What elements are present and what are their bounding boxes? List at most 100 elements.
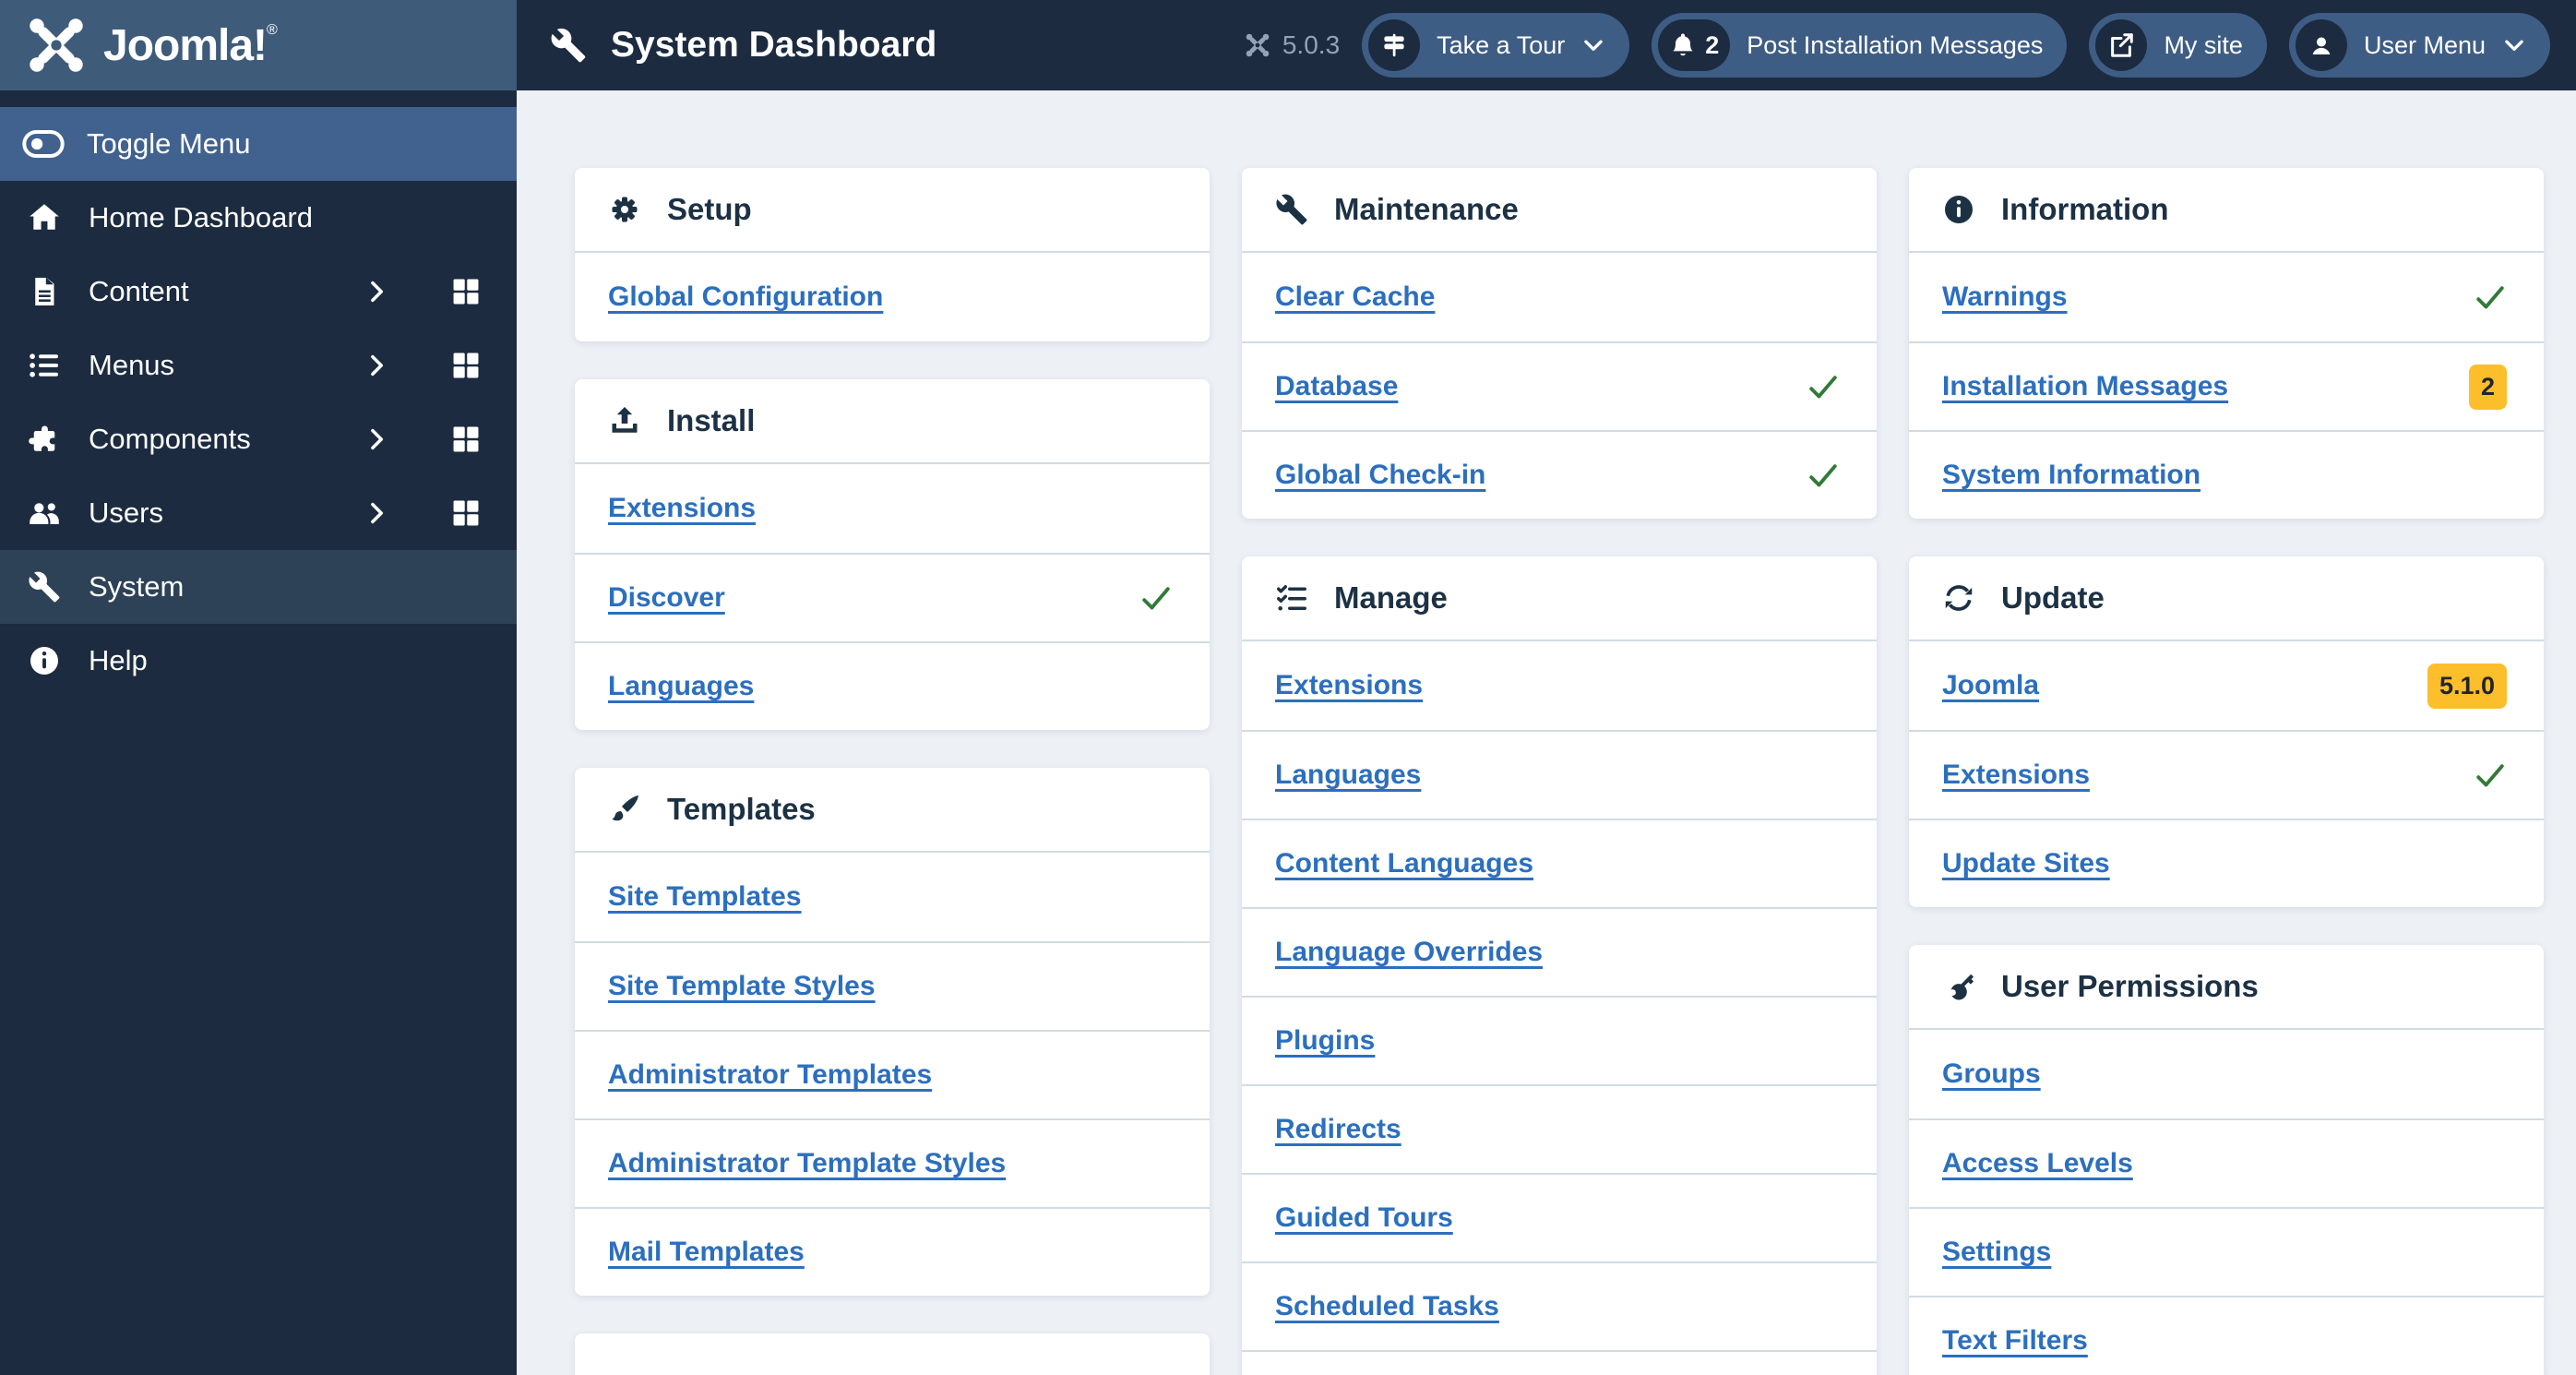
link-installation-messages[interactable]: Installation Messages [1942,371,2228,402]
user-menu-button[interactable]: User Menu [2288,13,2550,78]
sidebar-item-label: Users [89,496,163,529]
link-languages[interactable]: Languages [1275,759,1421,791]
dashboard-grid-icon[interactable] [450,424,482,455]
refresh-icon [1942,581,1975,615]
link-groups[interactable]: Groups [1942,1058,2041,1090]
joomla-icon [1244,31,1271,59]
dashboard-grid-icon[interactable] [450,497,482,529]
dashboard-row: Update Sites [1909,819,2544,907]
dashboard-column-3: Information Warnings Installation Messages… [1909,168,2544,1375]
chevron-right-icon [364,426,389,452]
link-site-templates[interactable]: Site Templates [608,881,802,913]
dashboard-row: Database [1242,341,1877,430]
sidebar-item-components[interactable]: Components [0,402,517,476]
link-extensions[interactable]: Extensions [1275,670,1423,701]
take-a-tour-button[interactable]: Take a Tour [1362,13,1630,78]
dashboard-row: Access Levels [1909,1118,2544,1207]
link-text-filters[interactable]: Text Filters [1942,1325,2088,1357]
page-title: System Dashboard [550,25,936,66]
toggle-icon [22,129,65,159]
link-warnings[interactable]: Warnings [1942,281,2068,313]
dashboard-grid-icon[interactable] [450,350,482,381]
post-installation-messages-button[interactable]: 2 Post Installation Messages [1652,13,2068,78]
link-languages[interactable]: Languages [608,671,754,702]
dashboard-row: Settings [1909,1207,2544,1296]
sidebar-item-label: Home Dashboard [89,201,313,233]
toggle-menu-button[interactable]: Toggle Menu [0,107,517,181]
check-icon [1139,581,1173,615]
link-plugins[interactable]: Plugins [1275,1025,1375,1057]
home-icon [22,201,66,234]
top-bar-actions: 5.0.3 Take a Tour 2 Post Installation Me… [1244,13,2550,78]
dashboard-row: Administrator Template Styles [575,1118,1210,1207]
sidebar-item-content[interactable]: Content [0,255,517,329]
joomla-version: 5.0.3 [1244,30,1340,60]
link-language-overrides[interactable]: Language Overrides [1275,937,1543,968]
wrench-icon [550,27,587,64]
messages-count: 2 [1705,30,1720,59]
link-global-configuration[interactable]: Global Configuration [608,281,883,313]
card-header-templates: Templates [575,768,1210,853]
card-templates: Templates Site Templates Site Template Sty… [575,768,1210,1296]
info-icon [22,644,66,677]
link-system-information[interactable]: System Information [1942,460,2200,491]
wrench-icon [1275,193,1308,226]
link-administrator-template-styles[interactable]: Administrator Template Styles [608,1148,1006,1179]
card-title: Install [667,403,756,437]
document-icon [22,275,66,308]
sidebar-item-home-dashboard[interactable]: Home Dashboard [0,181,517,255]
link-mail-templates[interactable]: Mail Templates [608,1237,805,1268]
card-setup: Setup Global Configuration [575,168,1210,341]
my-site-button[interactable]: My site [2089,13,2267,78]
sidebar-item-users[interactable]: Users [0,476,517,550]
signpost-icon [1368,19,1421,71]
link-scheduled-tasks[interactable]: Scheduled Tasks [1275,1291,1499,1322]
dashboard-row: Redirects [1242,1084,1877,1173]
sidebar-item-system[interactable]: System [0,550,517,624]
link-redirects[interactable]: Redirects [1275,1114,1401,1145]
dashboard-row: Joomla 5.1.0 [1909,641,2544,730]
card-title: Manage [1334,580,1448,615]
sidebar-item-label: System [89,570,185,603]
dashboard-row: Clear Cache [1242,253,1877,341]
brand-wordmark: Joomla!® [103,20,278,70]
dashboard-column-1: Setup Global Configuration Install Extensio… [575,168,1210,1375]
external-link-icon [2095,19,2148,71]
dashboard-main: Setup Global Configuration Install Extensio… [517,90,2576,1375]
link-database[interactable]: Database [1275,371,1398,402]
link-extensions[interactable]: Extensions [1942,759,2090,791]
sidebar-item-help[interactable]: Help [0,624,517,698]
card-title: Templates [667,792,816,826]
card-header-user-permissions: User Permissions [1909,945,2544,1030]
sidebar-item-menus[interactable]: Menus [0,329,517,402]
link-update-sites[interactable]: Update Sites [1942,848,2110,879]
link-settings[interactable]: Settings [1942,1237,2051,1268]
link-guided-tours[interactable]: Guided Tours [1275,1202,1453,1234]
chevron-down-icon [2502,33,2526,57]
check-icon [2474,281,2507,314]
joomla-icon [24,13,89,78]
link-administrator-templates[interactable]: Administrator Templates [608,1059,932,1091]
checklist-icon [1275,581,1308,615]
link-joomla[interactable]: Joomla [1942,670,2039,701]
count-badge: 2 [2468,364,2507,410]
clipped-row [1242,1350,1877,1375]
card-header-setup: Setup [575,168,1210,253]
link-discover[interactable]: Discover [608,582,725,614]
dashboard-row: Warnings [1909,253,2544,341]
link-access-levels[interactable]: Access Levels [1942,1148,2133,1179]
dashboard-row: Scheduled Tasks [1242,1261,1877,1350]
link-content-languages[interactable]: Content Languages [1275,848,1533,879]
link-global-check-in[interactable]: Global Check-in [1275,460,1485,491]
sidebar-item-label: Components [89,423,251,455]
link-site-template-styles[interactable]: Site Template Styles [608,971,876,1002]
card-header-manage: Manage [1242,556,1877,641]
card-maintenance: Maintenance Clear Cache Database Global Che… [1242,168,1877,519]
dashboard-grid-icon[interactable] [450,276,482,307]
link-clear-cache[interactable]: Clear Cache [1275,281,1435,313]
dashboard-row: Content Languages [1242,819,1877,907]
card-information: Information Warnings Installation Messages… [1909,168,2544,519]
puzzle-icon [22,423,66,456]
link-extensions[interactable]: Extensions [608,493,756,524]
key-icon [1942,970,1975,1003]
